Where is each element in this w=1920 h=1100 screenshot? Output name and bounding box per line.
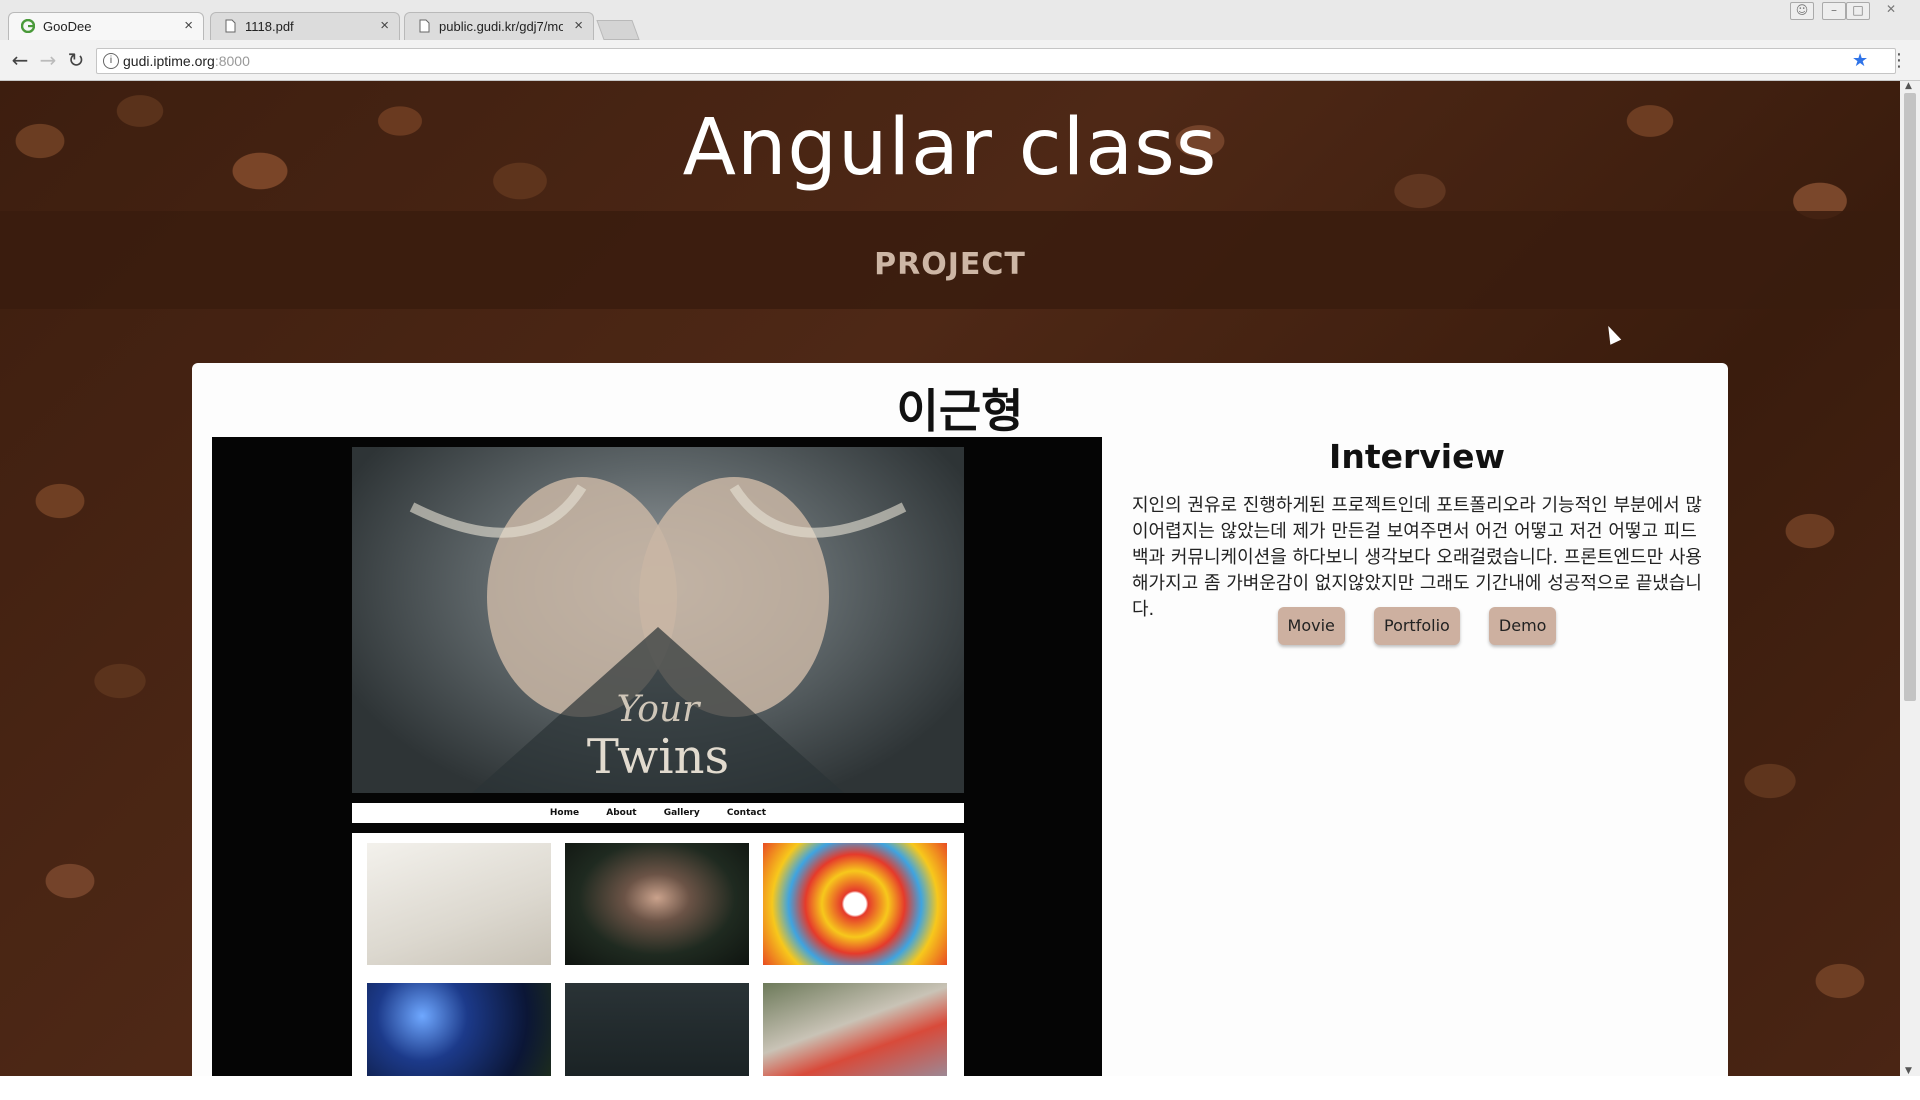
close-icon[interactable]: ×: [574, 17, 583, 34]
page-icon: [223, 19, 237, 33]
gallery-thumb-rainbow-tunnel: [763, 843, 947, 965]
forward-arrow-icon[interactable]: →: [36, 48, 60, 72]
user-icon[interactable]: ☺: [1790, 2, 1814, 20]
demo-button[interactable]: Demo: [1488, 607, 1557, 645]
project-screenshot: Your Twins Home About Gallery Contact: [212, 437, 1102, 1076]
url-text: gudi.iptime.org:8000: [123, 53, 250, 69]
section-band: PROJECT: [0, 211, 1900, 309]
twins-hero-image: Your Twins: [352, 447, 964, 793]
url-host: gudi.iptime.org: [123, 53, 215, 69]
hero-caption-twins: Twins: [586, 729, 730, 785]
minimize-icon[interactable]: –: [1822, 2, 1846, 20]
reload-icon[interactable]: ↻: [64, 48, 88, 72]
page-title: Angular class: [682, 103, 1218, 193]
gallery-thumb-dark-portrait: [565, 983, 749, 1076]
window-close-icon[interactable]: ✕: [1880, 2, 1902, 18]
person-name: 이근형: [896, 384, 1024, 438]
tab-goodee[interactable]: GooDee ×: [8, 12, 204, 40]
browser-menu-icon[interactable]: ⋮: [1890, 50, 1908, 71]
screenshot-nav-home: Home: [549, 808, 580, 818]
page-viewport: Angular class PROJECT 이근형 Your Twins Hom…: [0, 81, 1900, 1076]
screenshot-nav: Home About Gallery Contact: [352, 803, 964, 823]
gallery-thumb-bouquet: [367, 843, 551, 965]
portfolio-button[interactable]: Portfolio: [1373, 607, 1460, 645]
tab-public-gudi[interactable]: public.gudi.kr/gdj7/mo ×: [404, 12, 594, 40]
screenshot-nav-gallery: Gallery: [663, 808, 700, 818]
interview-heading: Interview: [1329, 437, 1505, 476]
info-icon[interactable]: i: [103, 53, 119, 69]
scroll-up-icon[interactable]: ▲: [1905, 81, 1912, 91]
tab-strip: GooDee × 1118.pdf × public.gudi.kr/gdj7/…: [0, 0, 1920, 40]
interview-text: 지인의 권유로 진행하게된 프로젝트인데 포트폴리오라 기능적인 부분에서 많이…: [1132, 495, 1702, 620]
back-arrow-icon[interactable]: ←: [8, 48, 32, 72]
new-tab-button[interactable]: [596, 20, 640, 40]
close-icon[interactable]: ×: [380, 17, 389, 34]
tab-label: public.gudi.kr/gdj7/mo: [439, 19, 563, 34]
screenshot-nav-about: About: [606, 808, 637, 818]
link-buttons: Movie Portfolio Demo: [1132, 607, 1702, 645]
project-card: 이근형 Your Twins Home About Gallery Contac…: [192, 363, 1728, 1076]
scrollbar-thumb[interactable]: [1904, 93, 1916, 701]
page-icon: [417, 19, 431, 33]
page-scrollbar[interactable]: ▲ ▼: [1900, 81, 1920, 1076]
tab-label: 1118.pdf: [245, 19, 294, 34]
gallery-thumb-night-lights: [367, 983, 551, 1076]
gallery-thumb-portrait: [565, 843, 749, 965]
hero-caption-your: Your: [616, 689, 700, 730]
section-label: PROJECT: [874, 247, 1026, 282]
gallery-thumb-playground: [763, 983, 947, 1076]
address-bar[interactable]: i gudi.iptime.org:8000: [96, 48, 1896, 74]
scroll-down-icon[interactable]: ▼: [1905, 1066, 1912, 1076]
tab-label: GooDee: [43, 19, 92, 34]
screenshot-nav-contact: Contact: [726, 808, 767, 818]
url-port: :8000: [214, 53, 250, 69]
browser-chrome: GooDee × 1118.pdf × public.gudi.kr/gdj7/…: [0, 0, 1920, 81]
movie-button[interactable]: Movie: [1277, 607, 1345, 645]
bookmark-star-icon[interactable]: ★: [1852, 50, 1868, 71]
maximize-icon[interactable]: □: [1846, 2, 1870, 20]
screenshot-gallery: [352, 833, 964, 1076]
tab-pdf[interactable]: 1118.pdf ×: [210, 12, 400, 40]
google-favicon-icon: [20, 18, 36, 34]
close-icon[interactable]: ×: [184, 17, 193, 34]
